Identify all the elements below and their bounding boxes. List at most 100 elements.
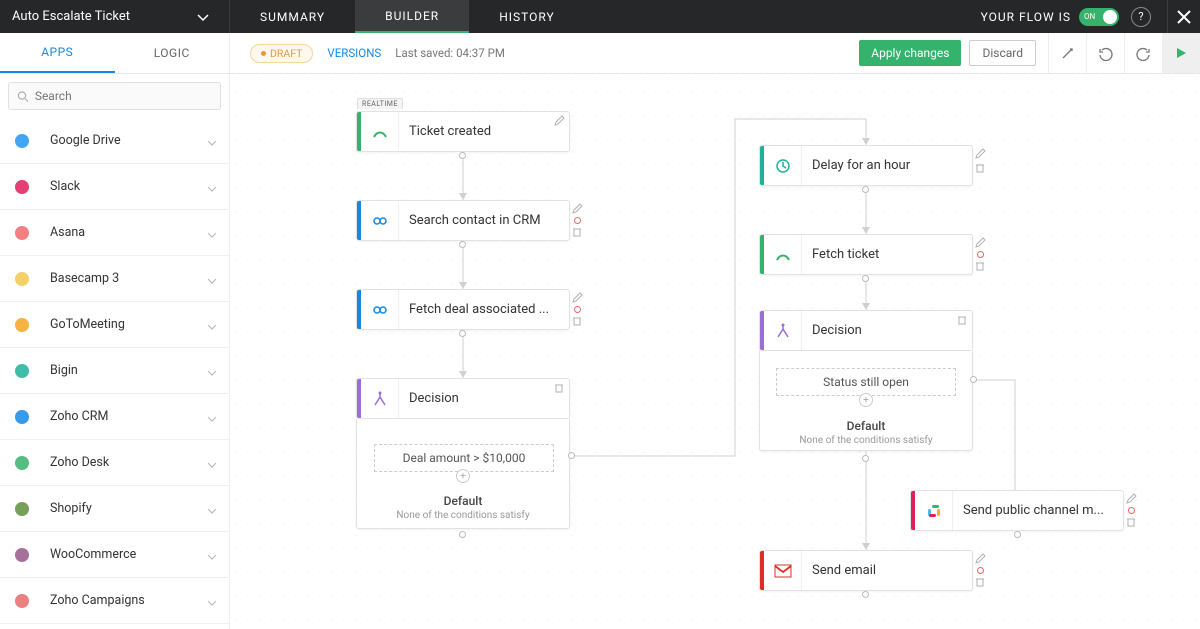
chevron-down-icon [207, 499, 217, 518]
chevron-down-icon [207, 223, 217, 242]
flow-dropdown[interactable] [177, 7, 229, 26]
node-fetch-deal[interactable]: Fetch deal associated ... [356, 289, 570, 330]
sidebar-app-basecamp-3[interactable]: Basecamp 3 [0, 256, 229, 302]
sidebar-app-slack[interactable]: Slack [0, 164, 229, 210]
app-icon [12, 131, 32, 151]
gmail-icon [764, 551, 802, 590]
node-ticket-created[interactable]: REALTIME Ticket created [356, 111, 570, 152]
node-decision-1[interactable]: Decision [356, 378, 570, 419]
sidebar-app-zoho-desk[interactable]: Zoho Desk [0, 440, 229, 486]
decision2-default[interactable]: Default None of the conditions satisfy [786, 419, 946, 446]
edit-icon[interactable] [974, 237, 986, 249]
node-fetch-ticket[interactable]: Fetch ticket [759, 234, 973, 275]
delete-icon[interactable] [974, 260, 986, 272]
error-indicator-icon [574, 306, 581, 313]
delete-icon[interactable] [571, 226, 583, 238]
help-button[interactable]: ? [1131, 7, 1151, 27]
run-button[interactable] [1162, 33, 1200, 73]
error-indicator-icon [977, 251, 984, 258]
delete-icon[interactable] [956, 314, 968, 326]
app-icon [12, 499, 32, 519]
node-delay-hour[interactable]: Delay for an hour [759, 145, 973, 186]
node-send-email[interactable]: Send email [759, 550, 973, 591]
discard-button[interactable]: Discard [969, 40, 1036, 66]
decision1-default[interactable]: Default None of the conditions satisfy [383, 494, 543, 521]
sidebar-app-google-drive[interactable]: Google Drive [0, 118, 229, 164]
app-icon [12, 269, 32, 289]
edit-icon[interactable] [571, 292, 583, 304]
app-name-label: Zoho Campaigns [50, 593, 207, 608]
close-button[interactable] [1167, 0, 1200, 33]
magic-wand-icon[interactable] [1048, 33, 1086, 73]
edit-icon[interactable] [553, 115, 565, 127]
app-icon [12, 453, 32, 473]
app-name-label: Google Drive [50, 133, 207, 148]
sidebar-app-zoho-campaigns[interactable]: Zoho Campaigns [0, 578, 229, 624]
sidebar-app-bigin[interactable]: Bigin [0, 348, 229, 394]
tab-builder[interactable]: BUILDER [355, 0, 469, 33]
zoho-crm-icon [361, 201, 399, 240]
flow-status-label: YOUR FLOW IS [981, 10, 1071, 24]
condition-status-open[interactable]: Status still open [776, 368, 956, 396]
chevron-down-icon [207, 315, 217, 334]
chevron-down-icon [207, 177, 217, 196]
delete-icon[interactable] [553, 382, 565, 394]
node-decision-2[interactable]: Decision [759, 310, 973, 351]
add-condition-button[interactable]: + [859, 393, 873, 407]
tab-history[interactable]: HISTORY [469, 0, 585, 33]
flow-on-toggle[interactable]: ON [1079, 8, 1119, 26]
app-name-label: WooCommerce [50, 547, 207, 562]
sidebar-app-shopify[interactable]: Shopify [0, 486, 229, 532]
node-slack-message[interactable]: Send public channel m... [910, 490, 1124, 531]
app-icon [12, 591, 32, 611]
zoho-crm-icon [361, 290, 399, 329]
sidebar-app-gotomeeting[interactable]: GoToMeeting [0, 302, 229, 348]
error-indicator-icon [1128, 507, 1135, 514]
delete-icon[interactable] [974, 576, 986, 588]
redo-icon[interactable] [1124, 33, 1162, 73]
chevron-down-icon [207, 361, 217, 380]
undo-icon[interactable] [1086, 33, 1124, 73]
app-name-label: Slack [50, 179, 207, 194]
zoho-desk-icon [764, 235, 802, 274]
tab-summary[interactable]: SUMMARY [230, 0, 355, 33]
app-icon [12, 361, 32, 381]
subtab-logic[interactable]: LOGIC [115, 33, 230, 73]
app-name-label: Zoho CRM [50, 409, 207, 424]
edit-icon[interactable] [1125, 493, 1137, 505]
sidebar-app-asana[interactable]: Asana [0, 210, 229, 256]
search-input[interactable] [35, 89, 212, 103]
chevron-down-icon [207, 545, 217, 564]
app-icon [12, 223, 32, 243]
edit-icon[interactable] [571, 203, 583, 215]
chevron-down-icon [207, 131, 217, 150]
slack-icon [915, 491, 953, 530]
edit-icon[interactable] [974, 148, 986, 160]
search-icon [17, 90, 29, 103]
delete-icon[interactable] [571, 315, 583, 327]
add-condition-button[interactable]: + [456, 469, 470, 483]
delete-icon[interactable] [974, 162, 986, 174]
apply-changes-button[interactable]: Apply changes [859, 40, 961, 66]
subtab-apps[interactable]: APPS [0, 33, 115, 73]
delete-icon[interactable] [1125, 516, 1137, 528]
app-icon [12, 315, 32, 335]
app-name-label: Zoho Desk [50, 455, 207, 470]
app-name-label: Bigin [50, 363, 207, 378]
app-name-label: Shopify [50, 501, 207, 516]
app-icon [12, 545, 32, 565]
node-search-contact[interactable]: Search contact in CRM [356, 200, 570, 241]
last-saved-text: Last saved: 04:37 PM [395, 46, 505, 60]
error-indicator-icon [977, 567, 984, 574]
sidebar-app-zoho-crm[interactable]: Zoho CRM [0, 394, 229, 440]
search-input-wrapper[interactable] [8, 82, 221, 110]
app-icon [12, 407, 32, 427]
sidebar-app-woocommerce[interactable]: WooCommerce [0, 532, 229, 578]
condition-deal-amount[interactable]: Deal amount > $10,000 [374, 444, 554, 472]
draft-badge: DRAFT [250, 44, 313, 63]
versions-link[interactable]: VERSIONS [327, 46, 381, 60]
decision-icon [764, 311, 802, 350]
zoho-desk-icon [361, 112, 399, 151]
app-name-label: Basecamp 3 [50, 271, 207, 286]
edit-icon[interactable] [974, 553, 986, 565]
